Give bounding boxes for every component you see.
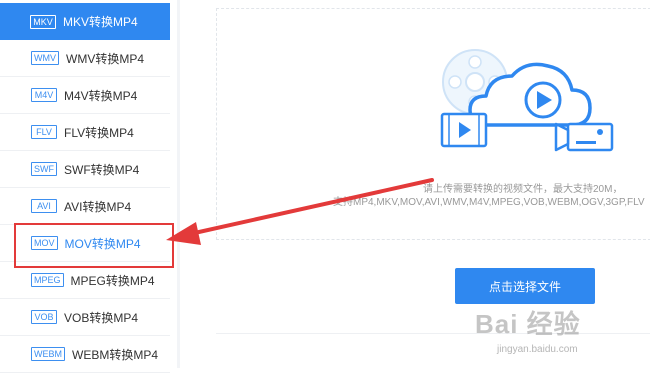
sidebar-item-mkv[interactable]: MKV MKV转换MP4	[0, 3, 170, 40]
format-badge-webm: WEBM	[31, 347, 65, 361]
format-badge-flv: FLV	[31, 125, 57, 139]
sidebar-item-flv[interactable]: FLV FLV转换MP4	[0, 114, 170, 151]
upload-hint-formats: 支持MP4,MKV,MOV,AVI,WMV,M4V,MPEG,VOB,WEBM,…	[333, 197, 645, 208]
annotation-highlight-box	[14, 223, 174, 268]
format-badge-avi: AVI	[31, 199, 57, 213]
sidebar-item-label: AVI转换MP4	[64, 199, 132, 214]
sidebar-item-avi[interactable]: AVI AVI转换MP4	[0, 188, 170, 225]
sidebar-item-label: MPEG转换MP4	[70, 273, 155, 288]
sidebar-item-vob[interactable]: VOB VOB转换MP4	[0, 299, 170, 336]
sidebar-item-label: MKV转换MP4	[63, 15, 138, 29]
format-badge-swf: SWF	[31, 162, 57, 176]
sidebar-item-webm[interactable]: WEBM WEBM转换MP4	[0, 336, 170, 373]
sidebar-item-swf[interactable]: SWF SWF转换MP4	[0, 151, 170, 188]
sidebar-item-wmv[interactable]: WMV WMV转换MP4	[0, 40, 170, 77]
sidebar-item-label: WEBM转换MP4	[72, 347, 159, 362]
format-badge-m4v: M4V	[31, 88, 57, 102]
format-badge-vob: VOB	[31, 310, 57, 324]
format-badge-mpeg: MPEG	[31, 273, 64, 287]
baidu-jingyan-watermark: Bai 经验 jingyan.baidu.com	[475, 302, 645, 364]
format-badge-wmv: WMV	[31, 51, 59, 65]
choose-file-button[interactable]: 点击选择文件	[455, 268, 595, 304]
watermark-url: jingyan.baidu.com	[497, 344, 578, 355]
sidebar: MKV MKV转换MP4 WMV WMV转换MP4 M4V M4V转换MP4 F…	[0, 0, 170, 373]
sidebar-item-m4v[interactable]: M4V M4V转换MP4	[0, 77, 170, 114]
watermark-brand: Bai 经验	[475, 309, 581, 339]
sidebar-item-label: WMV转换MP4	[66, 51, 145, 66]
sidebar-item-label: SWF转换MP4	[64, 162, 140, 177]
cloud-video-upload-icon	[440, 49, 614, 152]
sidebar-item-label: M4V转换MP4	[64, 88, 138, 103]
sidebar-item-label: FLV转换MP4	[64, 125, 134, 140]
format-badge-mkv: MKV	[30, 14, 56, 29]
sidebar-item-label: VOB转换MP4	[64, 310, 139, 325]
